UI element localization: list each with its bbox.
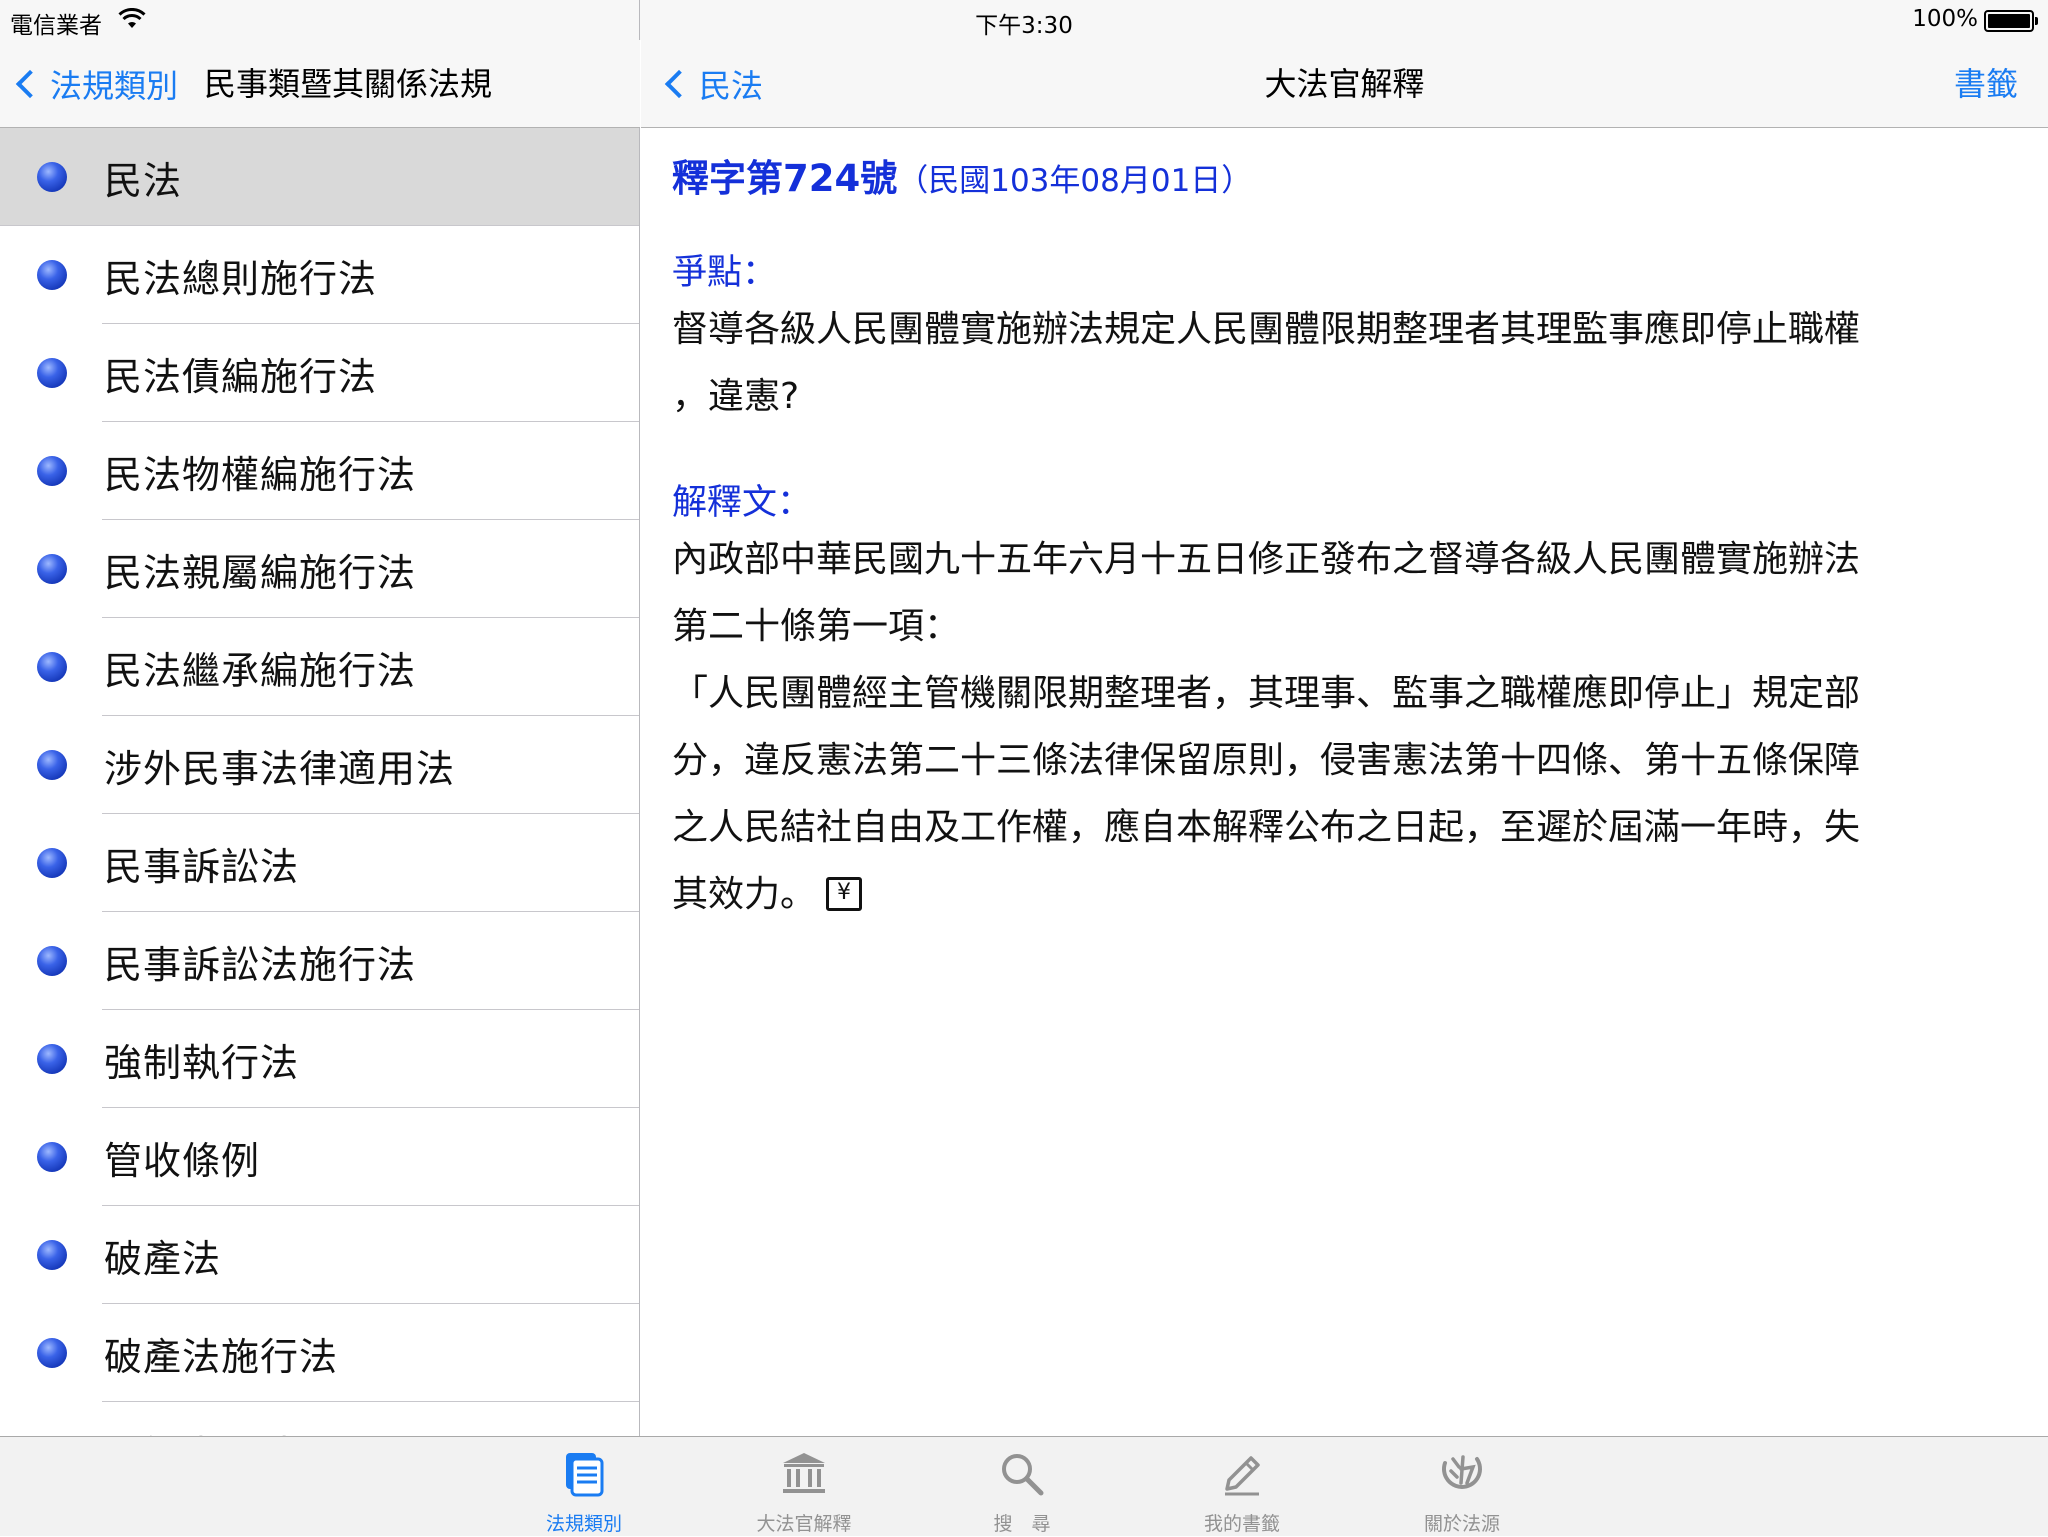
law-item-label: 民法總則施行法: [104, 256, 378, 301]
blue-bullet-icon: [37, 1338, 67, 1368]
back-button-label: 民法: [699, 67, 764, 105]
courthouse-icon: [783, 1453, 825, 1493]
law-list-item[interactable]: 民法: [0, 128, 639, 226]
blue-bullet-icon: [37, 652, 67, 682]
tab-label: 法規類別: [545, 1513, 622, 1535]
law-list-item[interactable]: 民法繼承編施行法: [0, 618, 639, 716]
law-item-label: 民法: [104, 158, 183, 203]
chevron-left-icon: [15, 69, 45, 99]
interpretation-line: 分，違反憲法第二十三條法律保留原則，侵害憲法第十四條、第十五條保障: [672, 740, 1861, 781]
tab-label: 我的書籤: [1203, 1513, 1280, 1535]
tab-search[interactable]: 搜 尋: [932, 1437, 1112, 1537]
interpretation-line: 之人民結社自由及工作權，應自本解釋公布之日起，至遲於屆滿一年時，失: [672, 807, 1861, 848]
blue-bullet-icon: [37, 946, 67, 976]
law-list-item[interactable]: 民事訴訟法施行法: [0, 912, 639, 1010]
law-item-label: 強制執行法: [104, 1040, 300, 1085]
tab-label: 大法官解釋: [756, 1513, 852, 1535]
tab-my-bookmarks[interactable]: 我的書籤: [1152, 1437, 1332, 1537]
law-item-label: 破產法: [104, 1236, 222, 1281]
law-item-label: 破產法施行法: [104, 1334, 339, 1379]
back-button-label: 法規類別: [50, 67, 179, 105]
tab-about[interactable]: 關於法源: [1372, 1437, 1552, 1537]
law-list-item[interactable]: 民法債編施行法: [0, 324, 639, 422]
case-date: （民國103年08月01日）: [897, 163, 1253, 199]
case-heading: 釋字第724號（民國103年08月01日）: [672, 148, 1252, 202]
law-item-label: 民法繼承編施行法: [104, 648, 417, 693]
interpretation-text: 內政部中華民國九十五年六月十五日修正發布之督導各級人民團體實施辦法 第二十條第一…: [672, 526, 1992, 928]
law-item-label: 民事訴訟法施行法: [104, 942, 417, 987]
law-item-label: 民事訴訟法: [104, 844, 300, 889]
law-list-item[interactable]: 破產法施行法: [0, 1304, 639, 1402]
law-list-item[interactable]: 民事訴訟法: [0, 814, 639, 912]
interpretation-label: 解釋文：: [672, 483, 813, 523]
brand-logo-icon: [1442, 1455, 1482, 1489]
blue-bullet-icon: [37, 456, 67, 486]
tab-label: 關於法源: [1423, 1513, 1500, 1535]
law-item-label: 管收條例: [104, 1138, 261, 1183]
interpretation-content: 釋字第724號（民國103年08月01日） 爭點： 督導各級人民團體實施辦法規定…: [672, 128, 1992, 1428]
blue-bullet-icon: [37, 1142, 67, 1172]
bookmark-button[interactable]: 書籤: [1954, 62, 2018, 106]
blue-bullet-icon: [37, 1044, 67, 1074]
law-list-item[interactable]: 非訟事件法: [0, 1402, 639, 1437]
interpretation-line: 內政部中華民國九十五年六月十五日修正發布之督導各級人民團體實施辦法: [672, 539, 1861, 580]
blue-bullet-icon: [37, 358, 67, 388]
left-pane: 法規類別 民事類暨其關係法規 民法 民法總則施行法 民法債編施行法 民法物權編施…: [0, 0, 640, 1436]
pencil-icon: [1225, 1456, 1260, 1496]
law-item-label: 民法債編施行法: [104, 354, 378, 399]
law-list-item[interactable]: 管收條例: [0, 1108, 639, 1206]
law-list[interactable]: 民法 民法總則施行法 民法債編施行法 民法物權編施行法 民法親屬編施行法 民法繼…: [0, 128, 639, 1436]
law-item-label: 涉外民事法律適用法: [104, 746, 456, 791]
case-number: 釋字第724號: [672, 157, 898, 200]
blue-bullet-icon: [37, 162, 67, 192]
tab-law-categories[interactable]: 法規類別: [494, 1437, 674, 1537]
blue-bullet-icon: [37, 1240, 67, 1270]
issue-text: 督導各級人民團體實施辦法規定人民團體限期整理者其理監事應即停止職權 ，違憲?: [672, 296, 1992, 430]
back-to-categories-button[interactable]: 法規類別: [14, 62, 178, 106]
issue-label: 爭點：: [672, 253, 778, 293]
interpretation-line: 第二十條第一項：: [672, 606, 961, 647]
law-item-label: 非訟事件法: [104, 1424, 299, 1437]
detail-page-title: 大法官解釋: [1264, 65, 1425, 103]
chevron-left-icon: [664, 69, 694, 99]
issue-line: ，違憲?: [672, 376, 800, 417]
left-pane-title: 民事類暨其關係法規: [204, 65, 493, 103]
law-list-item[interactable]: 民法親屬編施行法: [0, 520, 639, 618]
blue-bullet-icon: [37, 260, 67, 290]
tab-bar: 法規類別 大法官解釋 搜 尋 我的書籤 關於法源: [0, 1436, 2048, 1536]
tab-label: 搜 尋: [993, 1513, 1051, 1535]
battery-percentage: 100%: [1912, 6, 1978, 32]
back-to-civil-code-button[interactable]: 民法: [663, 62, 763, 106]
issue-line: 督導各級人民團體實施辦法規定人民團體限期整理者其理監事應即停止職權: [672, 309, 1861, 350]
law-list-item[interactable]: 民法物權編施行法: [0, 422, 639, 520]
search-icon: [1002, 1454, 1044, 1496]
blue-bullet-icon: [37, 848, 67, 878]
blue-bullet-icon: [37, 554, 67, 584]
right-navigation-bar: 民法 大法官解釋 書籤: [641, 40, 2048, 128]
interpretation-line: 「人民團體經主管機關限期整理者，其理事、監事之職權應即停止」規定部: [672, 673, 1861, 714]
law-list-item[interactable]: 破產法: [0, 1206, 639, 1304]
law-list-item[interactable]: 涉外民事法律適用法: [0, 716, 639, 814]
document-icon: [566, 1453, 604, 1497]
blue-bullet-icon: [37, 750, 67, 780]
seal-stamp-icon[interactable]: ¥: [826, 877, 863, 911]
interpretation-line: 其效力。: [672, 874, 817, 915]
law-item-label: 民法親屬編施行法: [104, 550, 417, 595]
law-list-item[interactable]: 民法總則施行法: [0, 226, 639, 324]
tab-interpretations[interactable]: 大法官解釋: [714, 1437, 894, 1537]
law-item-label: 民法物權編施行法: [104, 452, 417, 497]
left-navigation-bar: 法規類別 民事類暨其關係法規: [0, 40, 640, 128]
battery-icon: [1984, 10, 2038, 32]
law-list-item[interactable]: 強制執行法: [0, 1010, 639, 1108]
